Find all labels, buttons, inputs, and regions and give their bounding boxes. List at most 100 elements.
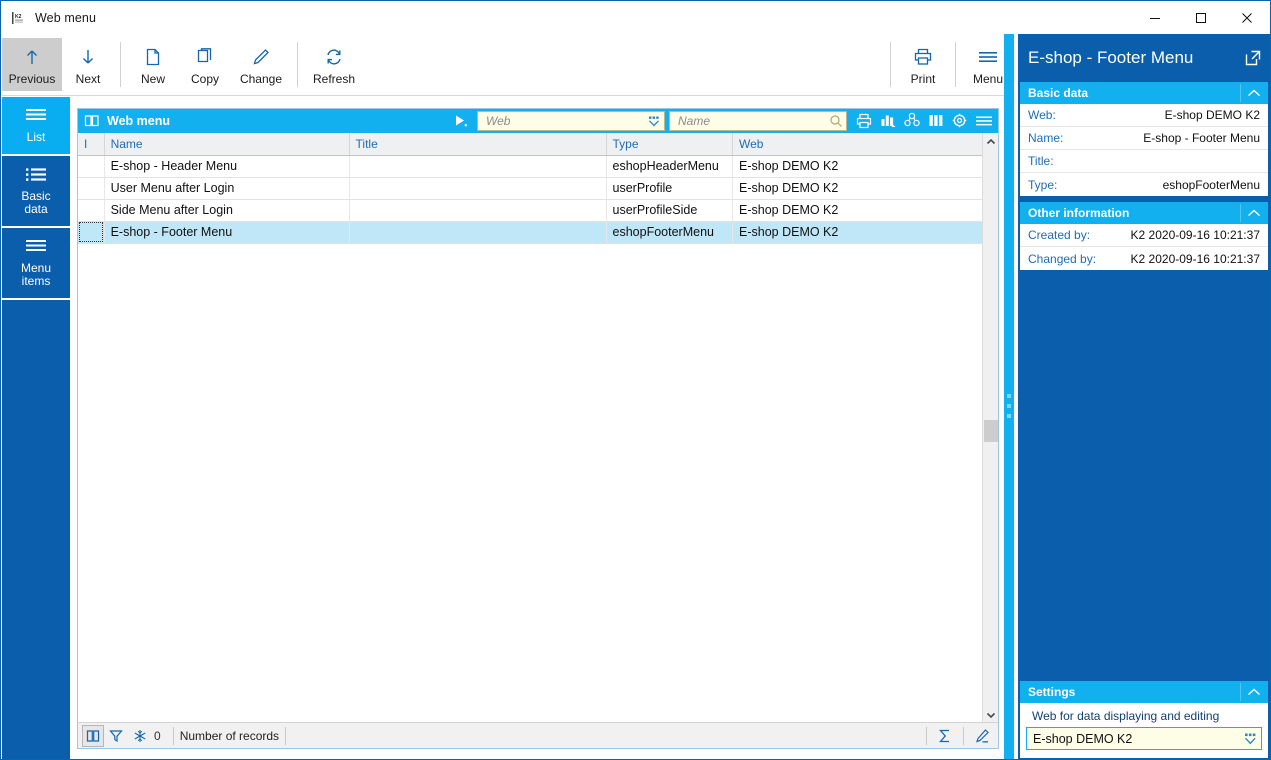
column-header-web[interactable]: Web — [733, 133, 984, 155]
copy-label: Copy — [191, 72, 219, 86]
label-line-1: Menu — [21, 261, 51, 275]
toolbar-group-records: New Copy Change — [127, 34, 291, 95]
dropdown-chooser-icon[interactable] — [647, 114, 661, 128]
filter-icon[interactable] — [104, 725, 128, 747]
hamburger-icon[interactable] — [973, 111, 994, 131]
book-icon — [84, 113, 100, 129]
printer-icon[interactable] — [853, 111, 874, 131]
column-header-indicator[interactable]: I — [78, 133, 104, 155]
cell-web: E-shop DEMO K2 — [733, 221, 984, 243]
next-button[interactable]: Next — [62, 38, 114, 91]
scroll-down-icon[interactable] — [983, 706, 999, 723]
detail-panel: E-shop - Footer Menu Basic data Web: E-s… — [1018, 34, 1270, 760]
group-tree-icon[interactable] — [901, 111, 922, 131]
field-value: K2 2020-09-16 10:21:37 — [1131, 228, 1260, 242]
sidebar-item-basic-data[interactable]: Basic data — [2, 156, 70, 228]
data-table: I Name Title Type Web E-shop - Header Me… — [78, 133, 984, 244]
section-header-basic-data[interactable]: Basic data — [1020, 82, 1268, 104]
section-title: Settings — [1028, 685, 1075, 699]
title-bar: K2 Web menu — [1, 1, 1270, 34]
columns-icon[interactable] — [925, 111, 946, 131]
grip-dot — [1007, 414, 1011, 418]
table-row[interactable]: User Menu after Login userProfile E-shop… — [78, 177, 984, 199]
chevron-up-icon[interactable] — [1240, 204, 1266, 222]
field-web: Web: E-shop DEMO K2 — [1020, 104, 1268, 127]
menu-label: Menu — [973, 72, 1003, 86]
play-arrow-icon[interactable] — [453, 113, 469, 129]
chevron-up-icon[interactable] — [1240, 84, 1266, 102]
sidebar-item-list[interactable]: List — [2, 97, 70, 156]
field-label: Title: — [1028, 154, 1054, 168]
field-label: Changed by: — [1028, 252, 1096, 266]
maximize-icon[interactable] — [1178, 1, 1224, 34]
previous-button[interactable]: Previous — [2, 38, 62, 91]
web-filter[interactable] — [477, 111, 665, 131]
k2-logo-icon: K2 — [11, 10, 27, 26]
section-header-settings[interactable]: Settings — [1020, 681, 1268, 703]
panel-splitter[interactable] — [1004, 34, 1014, 760]
column-header-title[interactable]: Title — [349, 133, 606, 155]
name-filter-input[interactable] — [676, 113, 829, 129]
toolbar-divider-3 — [890, 42, 891, 87]
vertical-scrollbar[interactable] — [982, 133, 998, 723]
table-row[interactable]: E-shop - Header Menu eshopHeaderMenu E-s… — [78, 155, 984, 177]
detail-title: E-shop - Footer Menu — [1028, 48, 1193, 68]
document-icon — [142, 44, 164, 70]
table-row[interactable]: Side Menu after Login userProfileSide E-… — [78, 199, 984, 221]
name-filter[interactable] — [669, 111, 847, 131]
table-row-selected[interactable]: E-shop - Footer Menu eshopFooterMenu E-s… — [78, 221, 984, 243]
settings-section: Settings Web for data displaying and edi… — [1018, 681, 1270, 758]
toolbar-group-right: Print Menu — [884, 34, 1014, 95]
dropdown-chooser-icon[interactable] — [1243, 731, 1258, 746]
sidebar-item-menu-items[interactable]: Menu items — [2, 228, 70, 300]
section-body-basic-data: Web: E-shop DEMO K2 Name: E-shop - Foote… — [1020, 104, 1268, 196]
book-icon[interactable] — [82, 725, 104, 747]
svg-text:K2: K2 — [15, 14, 22, 20]
row-indicator — [78, 155, 104, 177]
field-type: Type: eshopFooterMenu — [1020, 173, 1268, 196]
search-icon[interactable] — [829, 114, 843, 128]
status-divider-4 — [963, 727, 964, 745]
scroll-up-icon[interactable] — [983, 133, 999, 150]
toolbar-divider-4 — [955, 42, 956, 87]
bullet-list-icon — [23, 165, 49, 185]
label-line-2: data — [24, 202, 47, 216]
pencil-edit-icon[interactable] — [970, 725, 994, 747]
refresh-button[interactable]: Refresh — [304, 38, 364, 91]
field-created-by: Created by: K2 2020-09-16 10:21:37 — [1020, 224, 1268, 247]
table-header-row: I Name Title Type Web — [78, 133, 984, 155]
gear-icon[interactable] — [949, 111, 970, 131]
records-label: Number of records — [180, 729, 279, 743]
copy-button[interactable]: Copy — [179, 38, 231, 91]
sum-sigma-icon[interactable] — [933, 725, 957, 747]
field-label: Created by: — [1028, 228, 1090, 242]
settings-body: Web for data displaying and editing E-sh… — [1020, 703, 1268, 758]
web-select[interactable]: E-shop DEMO K2 — [1026, 727, 1262, 750]
close-icon[interactable] — [1224, 1, 1270, 34]
status-right-icons — [920, 725, 994, 747]
web-filter-input[interactable] — [484, 113, 647, 129]
print-button[interactable]: Print — [897, 38, 949, 91]
column-header-name[interactable]: Name — [104, 133, 349, 155]
minimize-icon[interactable] — [1132, 1, 1178, 34]
scrollbar-thumb[interactable] — [984, 420, 998, 442]
change-button[interactable]: Change — [231, 38, 291, 91]
status-divider-2 — [285, 727, 286, 745]
chevron-up-icon[interactable] — [1240, 683, 1266, 701]
cell-web: E-shop DEMO K2 — [733, 155, 984, 177]
cell-title — [349, 199, 606, 221]
label-line-1: Basic — [21, 189, 50, 203]
snowflake-icon[interactable] — [128, 725, 152, 747]
section-header-other-information[interactable]: Other information — [1020, 202, 1268, 224]
column-header-type[interactable]: Type — [606, 133, 732, 155]
new-button[interactable]: New — [127, 38, 179, 91]
bar-chart-icon[interactable] — [877, 111, 898, 131]
settings-field-label: Web for data displaying and editing — [1026, 707, 1262, 727]
field-value: E-shop DEMO K2 — [1165, 108, 1260, 122]
grid-body: I Name Title Type Web E-shop - Header Me… — [78, 133, 998, 723]
cell-type: userProfileSide — [606, 199, 732, 221]
grid-status-bar: 0 Number of records — [78, 722, 998, 748]
cell-name: User Menu after Login — [104, 177, 349, 199]
open-external-icon[interactable] — [1244, 49, 1262, 67]
cell-web: E-shop DEMO K2 — [733, 177, 984, 199]
